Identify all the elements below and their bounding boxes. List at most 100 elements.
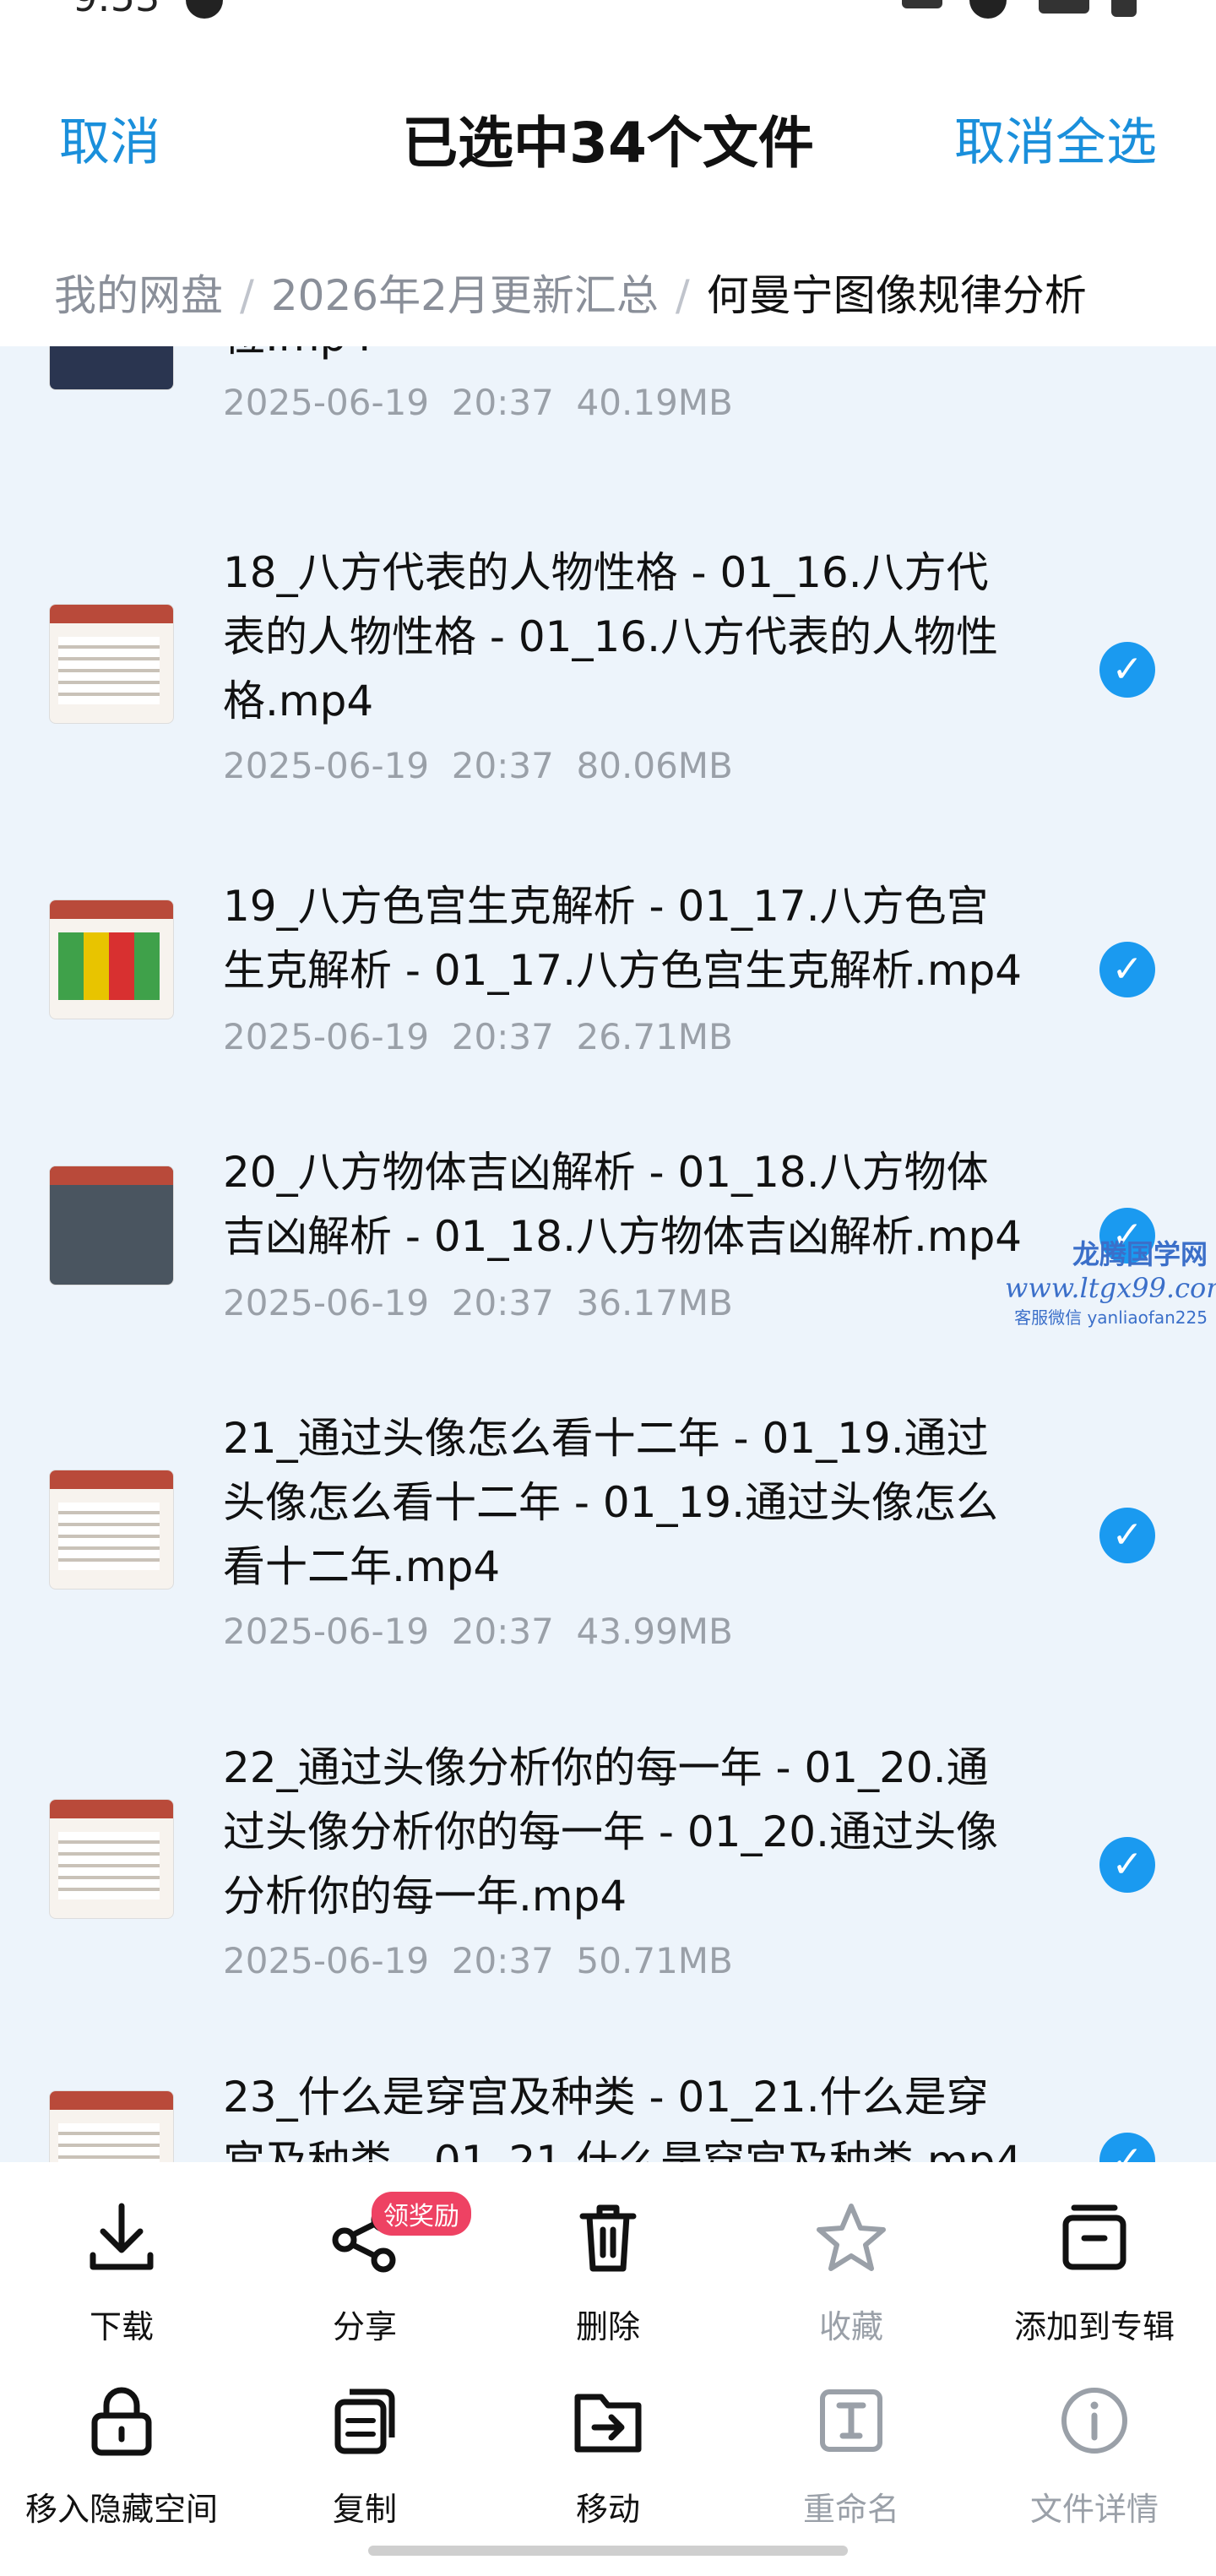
copy-icon xyxy=(323,2378,407,2463)
file-name-line: 位.mp4 xyxy=(223,346,1050,368)
file-name: 21_通过头像怎么看十二年 - 01_19.通过 头像怎么看十二年 - 01_1… xyxy=(223,1406,1050,1599)
file-details-label: 文件详情 xyxy=(1029,2491,1159,2528)
file-name-line: 21_通过头像怎么看十二年 - 01_19.通过 xyxy=(223,1414,989,1463)
rename-icon xyxy=(809,2378,893,2463)
breadcrumb: 我的网盘 / 2026年2月更新汇总 / 何曼宁图像规律分析 xyxy=(54,262,1087,323)
file-name-line: 头像怎么看十二年 - 01_19.通过头像怎么 xyxy=(223,1478,998,1527)
file-name: 位.mp4 xyxy=(223,346,1050,368)
file-time: 20:37 xyxy=(451,1940,554,1981)
file-date: 2025-06-19 xyxy=(223,1282,430,1323)
album-icon xyxy=(1052,2196,1137,2280)
selected-check-icon[interactable]: ✓ xyxy=(1099,1837,1155,1893)
breadcrumb-item-folder[interactable]: 2026年2月更新汇总 xyxy=(271,271,659,320)
move-to-hidden-button[interactable]: 移入隐藏空间 xyxy=(0,2378,243,2530)
file-name-line: 生克解析 - 01_17.八方色宫生克解析.mp4 xyxy=(223,946,1023,995)
file-name-line: 表的人物性格 - 01_16.八方代表的人物性 xyxy=(223,612,998,661)
status-bar: 9:53 xyxy=(0,0,1216,34)
file-time: 20:37 xyxy=(451,1282,554,1323)
file-size: 40.19MB xyxy=(576,382,733,423)
file-date: 2025-06-19 xyxy=(223,1940,430,1981)
file-name: 20_八方物体吉凶解析 - 01_18.八方物体 吉凶解析 - 01_18.八方… xyxy=(223,1140,1050,1269)
trash-icon xyxy=(566,2196,650,2280)
add-to-album-button[interactable]: 添加到专辑 xyxy=(973,2196,1216,2347)
file-name-line: 19_八方色宫生克解析 - 01_17.八方色宫 xyxy=(223,882,989,931)
video-thumbnail xyxy=(49,1799,174,1919)
home-indicator[interactable] xyxy=(368,2546,848,2556)
move-button[interactable]: 移动 xyxy=(486,2378,730,2530)
selection-header: 取消 已选中34个文件 取消全选 xyxy=(0,81,1216,191)
rename-button[interactable]: 重命名 xyxy=(730,2378,973,2530)
signal-icon xyxy=(1039,0,1089,14)
watermark-contact: 客服微信 yanliaofan225 xyxy=(1014,1307,1208,1328)
file-date: 2025-06-19 xyxy=(223,1016,430,1057)
file-date: 2025-06-19 xyxy=(223,382,430,423)
alarm-icon xyxy=(969,0,1007,19)
delete-label: 删除 xyxy=(575,2308,640,2345)
file-meta: 2025-06-19 20:37 26.71MB xyxy=(223,1016,733,1057)
file-meta: 2025-06-19 20:37 80.06MB xyxy=(223,745,733,786)
download-button[interactable]: 下载 xyxy=(0,2196,243,2347)
file-size: 43.99MB xyxy=(576,1611,733,1652)
share-label: 分享 xyxy=(332,2308,397,2345)
file-name-line: 宫及种类 - 01_21.什么是穿宫及种类.mp4 xyxy=(223,2137,1023,2162)
file-time: 20:37 xyxy=(451,382,554,423)
video-thumbnail xyxy=(49,604,174,724)
action-toolbar: 下载 分享 领奖励 删除 收藏 添加到专辑 移入隐藏空间 复制 移动 重命名 文… xyxy=(0,2162,1216,2576)
file-meta: 2025-06-19 20:37 40.19MB xyxy=(223,382,733,423)
video-thumbnail xyxy=(49,1470,174,1590)
download-label: 下载 xyxy=(89,2308,154,2345)
move-icon xyxy=(566,2378,650,2463)
file-size: 36.17MB xyxy=(576,1282,733,1323)
breadcrumb-item-current: 何曼宁图像规律分析 xyxy=(706,271,1087,320)
star-icon xyxy=(809,2196,893,2280)
copy-button[interactable]: 复制 xyxy=(243,2378,486,2530)
file-name: 23_什么是穿宫及种类 - 01_21.什么是穿 宫及种类 - 01_21.什么… xyxy=(223,2065,1050,2162)
battery-icon xyxy=(1111,0,1137,17)
rename-label: 重命名 xyxy=(802,2491,899,2528)
file-time: 20:37 xyxy=(451,1016,554,1057)
file-name-line: 22_通过头像分析你的每一年 - 01_20.通 xyxy=(223,1743,989,1792)
watermark: 龙腾国学网 www.ltgx99.com 客服微信 yanliaofan225 xyxy=(1005,1233,1216,1329)
file-name-line: 吉凶解析 - 01_18.八方物体吉凶解析.mp4 xyxy=(223,1212,1023,1261)
status-time: 9:53 xyxy=(73,0,160,20)
breadcrumb-separator: / xyxy=(675,271,690,320)
info-icon xyxy=(1052,2378,1137,2463)
video-thumbnail xyxy=(49,1166,174,1285)
move-label: 移动 xyxy=(575,2491,640,2528)
file-meta: 2025-06-19 20:37 43.99MB xyxy=(223,1611,733,1652)
video-thumbnail xyxy=(49,346,174,390)
breadcrumb-item-my-drive[interactable]: 我的网盘 xyxy=(54,271,223,320)
favorite-label: 收藏 xyxy=(818,2308,883,2345)
file-name-line: 格.mp4 xyxy=(223,677,374,726)
file-details-button[interactable]: 文件详情 xyxy=(973,2378,1216,2530)
selected-check-icon[interactable]: ✓ xyxy=(1099,2133,1155,2162)
file-name-line: 看十二年.mp4 xyxy=(223,1542,501,1591)
delete-button[interactable]: 删除 xyxy=(486,2196,730,2347)
file-name-line: 23_什么是穿宫及种类 - 01_21.什么是穿 xyxy=(223,2073,989,2122)
deselect-all-button[interactable]: 取消全选 xyxy=(954,101,1157,175)
selected-check-icon[interactable]: ✓ xyxy=(1099,642,1155,698)
selected-check-icon[interactable]: ✓ xyxy=(1099,1508,1155,1563)
add-to-album-label: 添加到专辑 xyxy=(1013,2308,1175,2345)
file-size: 26.71MB xyxy=(576,1016,733,1057)
file-name-line: 过头像分析你的每一年 - 01_20.通过头像 xyxy=(223,1807,998,1856)
file-time: 20:37 xyxy=(451,1611,554,1652)
file-meta: 2025-06-19 20:37 36.17MB xyxy=(223,1282,733,1323)
file-date: 2025-06-19 xyxy=(223,745,430,786)
file-size: 50.71MB xyxy=(576,1940,733,1981)
move-to-hidden-label: 移入隐藏空间 xyxy=(24,2491,218,2528)
download-icon xyxy=(79,2196,164,2280)
lock-icon xyxy=(79,2378,164,2463)
file-name: 19_八方色宫生克解析 - 01_17.八方色宫 生克解析 - 01_17.八方… xyxy=(223,874,1050,1003)
favorite-button[interactable]: 收藏 xyxy=(730,2196,973,2347)
file-name-line: 20_八方物体吉凶解析 - 01_18.八方物体 xyxy=(223,1148,989,1197)
video-thumbnail xyxy=(49,899,174,1019)
reward-badge: 领奖励 xyxy=(372,2192,471,2236)
file-time: 20:37 xyxy=(451,745,554,786)
status-indicator-icon xyxy=(186,0,223,19)
file-name-line: 18_八方代表的人物性格 - 01_16.八方代 xyxy=(223,548,989,597)
file-meta: 2025-06-19 20:37 50.71MB xyxy=(223,1940,733,1981)
video-thumbnail xyxy=(49,2090,174,2162)
watermark-url: www.ltgx99.com xyxy=(1005,1272,1216,1304)
selected-check-icon[interactable]: ✓ xyxy=(1099,942,1155,997)
